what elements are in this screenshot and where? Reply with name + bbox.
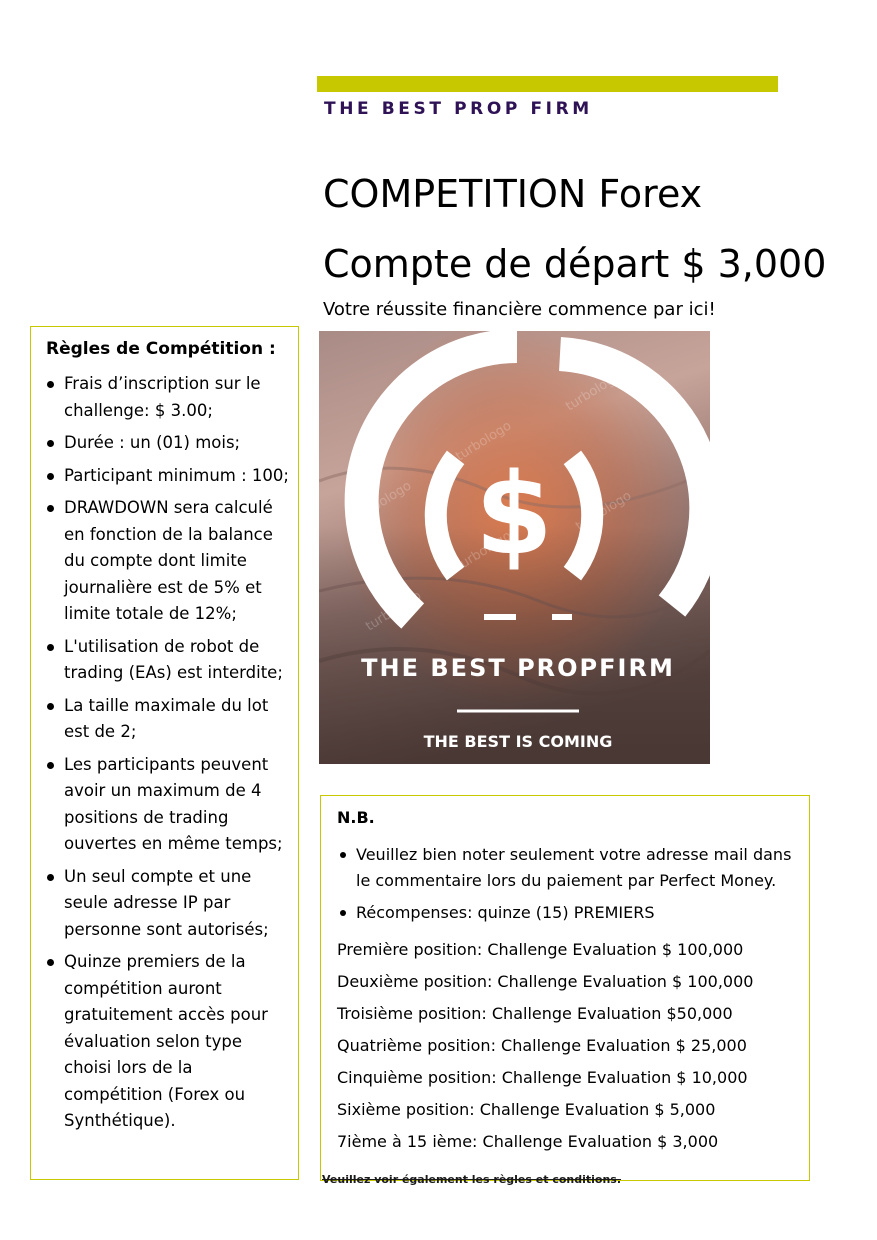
- page-title: COMPETITION Forex: [323, 172, 703, 216]
- rule-item: La taille maximale du lot est de 2;: [31, 693, 296, 746]
- rules-list: Frais d’inscription sur le challenge: $ …: [31, 371, 296, 1141]
- bullet-icon: [47, 702, 54, 710]
- prize-item: 7ième à 15 ième: Challenge Evaluation $ …: [337, 1132, 719, 1151]
- bullet-icon: [47, 381, 54, 388]
- bullet-icon: [340, 852, 346, 858]
- bullet-icon: [47, 472, 54, 480]
- rule-item: Les participants peuvent avoir un maximu…: [31, 752, 296, 858]
- bullet-icon: [47, 873, 54, 881]
- rule-text: Frais d’inscription sur le challenge: $ …: [64, 374, 261, 420]
- bullet-icon: [47, 761, 54, 769]
- rules-heading: Règles de Compétition :: [46, 339, 276, 359]
- rule-item: Un seul compte et une seule adresse IP p…: [31, 864, 296, 944]
- footer-note: Veuillez voir également les règles et co…: [322, 1173, 622, 1186]
- prize-item: Deuxième position: Challenge Evaluation …: [337, 972, 754, 991]
- rule-text: Un seul compte et une seule adresse IP p…: [64, 866, 269, 939]
- bullet-icon: [47, 643, 54, 651]
- prize-item: Première position: Challenge Evaluation …: [337, 940, 744, 959]
- rule-item: DRAWDOWN sera calculé en fonction de la …: [31, 495, 296, 628]
- rule-text: La taille maximale du lot est de 2;: [64, 695, 269, 742]
- bullet-icon: [47, 440, 54, 447]
- rule-item: Frais d’inscription sur le challenge: $ …: [31, 371, 296, 424]
- accent-bar: [317, 76, 778, 92]
- prize-list: Première position: Challenge Evaluation …: [337, 934, 753, 1158]
- nb-text: Veuillez bien noter seulement votre adre…: [356, 845, 792, 890]
- promo-brand-text: THE BEST PROPFIRM: [361, 654, 675, 682]
- promo-artwork: $ turbologo turbologo turbologo turbolog…: [319, 331, 710, 764]
- nb-text: Récompenses: quinze (15) PREMIERS: [356, 903, 655, 922]
- prize-item: Sixième position: Challenge Evaluation $…: [337, 1100, 716, 1119]
- rule-item: L'utilisation de robot de trading (EAs) …: [31, 634, 296, 687]
- bullet-icon: [47, 959, 54, 966]
- promo-slogan: THE BEST IS COMING: [424, 732, 613, 751]
- promo-image: $ turbologo turbologo turbologo turbolog…: [319, 331, 710, 764]
- nb-item: Récompenses: quinze (15) PREMIERS: [321, 900, 807, 926]
- page-subtitle: Compte de départ $ 3,000: [323, 242, 827, 286]
- rule-text: L'utilisation de robot de trading (EAs) …: [64, 636, 283, 683]
- rule-text: Participant minimum : 100;: [64, 465, 289, 485]
- rule-text: Quinze premiers de la compétition auront…: [64, 952, 268, 1130]
- nb-list: Veuillez bien noter seulement votre adre…: [321, 842, 807, 932]
- prize-item: Quatrième position: Challenge Evaluation…: [337, 1036, 747, 1055]
- rule-item: Quinze premiers de la compétition auront…: [31, 949, 296, 1135]
- bullet-icon: [47, 505, 54, 512]
- rule-text: Durée : un (01) mois;: [64, 433, 241, 452]
- rule-item: Participant minimum : 100;: [31, 463, 296, 490]
- nb-box: N.B. Veuillez bien noter seulement votre…: [320, 795, 810, 1181]
- nb-heading: N.B.: [337, 808, 375, 827]
- nb-item: Veuillez bien noter seulement votre adre…: [321, 842, 807, 894]
- prize-item: Troisième position: Challenge Evaluation…: [337, 1004, 733, 1023]
- brand-name: THE BEST PROP FIRM: [324, 99, 593, 119]
- rules-box: Règles de Compétition : Frais d’inscript…: [30, 326, 299, 1180]
- bullet-icon: [340, 910, 346, 916]
- tagline: Votre réussite financière commence par i…: [323, 299, 716, 320]
- rule-item: Durée : un (01) mois;: [31, 430, 296, 457]
- prize-item: Cinquième position: Challenge Evaluation…: [337, 1068, 748, 1087]
- dollar-icon: $: [475, 450, 553, 580]
- rule-text: Les participants peuvent avoir un maximu…: [64, 754, 283, 854]
- rule-text: DRAWDOWN sera calculé en fonction de la …: [64, 498, 273, 623]
